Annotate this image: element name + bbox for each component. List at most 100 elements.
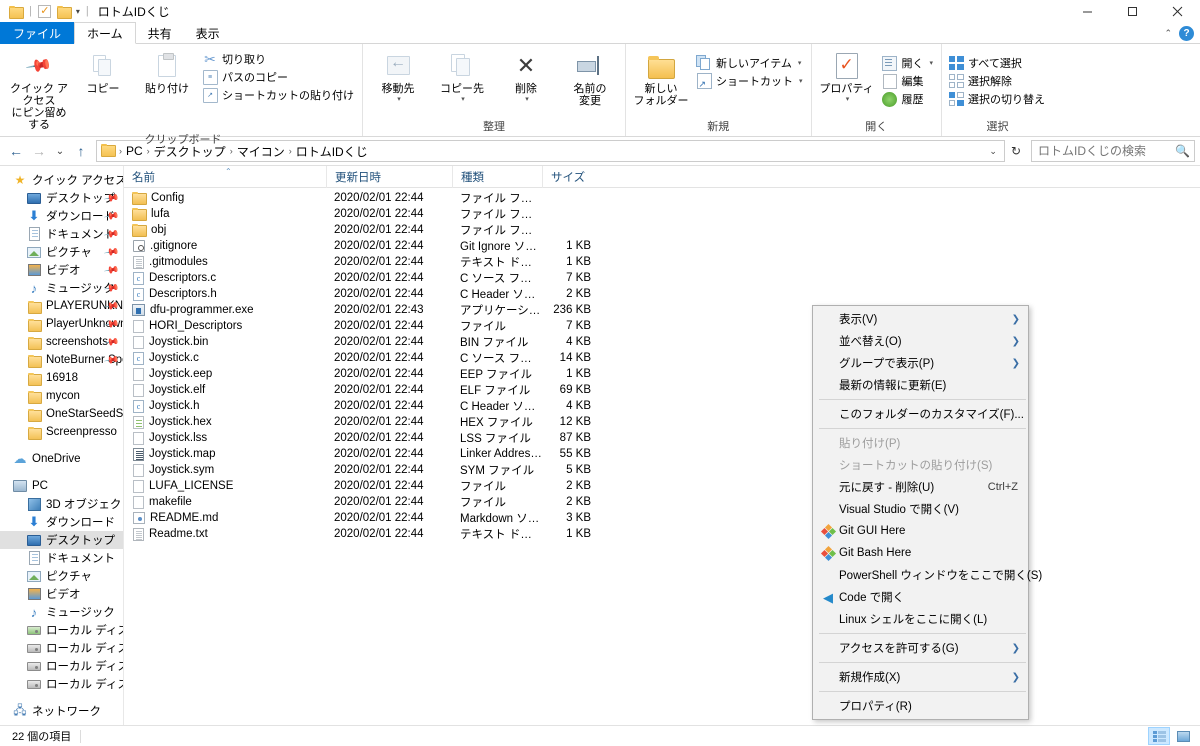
tree-item-ドキュメント[interactable]: ドキュメント 📌 bbox=[0, 225, 123, 243]
chevron-down-icon[interactable]: ▾ bbox=[799, 77, 803, 85]
file-row[interactable]: obj 2020/02/01 22:44 ファイル フォルダー bbox=[124, 222, 1200, 238]
file-row[interactable]: README.md 2020/02/01 22:44 Markdown ソース フ.… bbox=[124, 510, 1200, 526]
copy-button[interactable]: コピー bbox=[72, 48, 134, 97]
menu-item-git-bash-here[interactable]: Git Bash Here bbox=[813, 542, 1028, 564]
file-row[interactable]: Joystick.bin 2020/02/01 22:44 BIN ファイル 4 KB bbox=[124, 334, 1200, 350]
paste-shortcut-button[interactable]: ↗ ショートカットの貼り付け bbox=[200, 86, 358, 104]
menu-item-linux-シェルをここに開く-l-[interactable]: Linux シェルをここに開く(L) bbox=[813, 608, 1028, 630]
tree-item-ミュージック[interactable]: ♪ ミュージック bbox=[0, 603, 123, 621]
navigation-pane[interactable]: ★ クイック アクセス デスクトップ 📌 ⬇ ダウンロード 📌 ドキュメント 📌 ピクチャ 📌 ビデオ… bbox=[0, 166, 124, 730]
file-row[interactable]: Readme.txt 2020/02/01 22:44 テキスト ドキュメント 1 K… bbox=[124, 526, 1200, 542]
tab-share[interactable]: 共有 bbox=[136, 22, 184, 44]
details-view-button[interactable] bbox=[1148, 727, 1170, 745]
menu-item-code-で開く[interactable]: ◀ Code で開く bbox=[813, 586, 1028, 608]
rename-button[interactable]: 名前の 変更 bbox=[559, 48, 621, 109]
file-row[interactable]: lufa 2020/02/01 22:44 ファイル フォルダー bbox=[124, 206, 1200, 222]
tree-item-screenshots[interactable]: screenshots 📌 bbox=[0, 333, 123, 351]
file-row[interactable]: Config 2020/02/01 22:44 ファイル フォルダー bbox=[124, 190, 1200, 206]
maximize-button[interactable] bbox=[1110, 0, 1155, 22]
menu-item-新規作成-x-[interactable]: 新規作成(X) ❯ bbox=[813, 666, 1028, 688]
chevron-down-icon[interactable]: ▾ bbox=[930, 59, 934, 67]
cut-button[interactable]: ✂ 切り取り bbox=[200, 50, 358, 68]
tree-item-3d-オブジェクト[interactable]: 3D オブジェクト bbox=[0, 495, 123, 513]
tree-item-ミュージック[interactable]: ♪ ミュージック 📌 bbox=[0, 279, 123, 297]
edit-button[interactable]: 編集 bbox=[880, 72, 938, 90]
delete-button[interactable]: ✕ 削除 ▾ bbox=[495, 48, 557, 105]
tree-item-ダウンロード[interactable]: ⬇ ダウンロード 📌 bbox=[0, 207, 123, 225]
tab-home[interactable]: ホーム bbox=[74, 22, 136, 44]
chevron-down-icon[interactable]: ▾ bbox=[461, 95, 465, 103]
file-row[interactable]: Joystick.map 2020/02/01 22:44 Linker Addre… bbox=[124, 446, 1200, 462]
file-row[interactable]: Joystick.hex 2020/02/01 22:44 HEX ファイル 12 K… bbox=[124, 414, 1200, 430]
tree-item-ローカル-ディスク-f-[interactable]: ローカル ディスク (F:) bbox=[0, 675, 123, 693]
checkbox-icon[interactable]: ✓ bbox=[37, 3, 53, 19]
context-menu[interactable]: 表示(V) ❯ 並べ替え(O) ❯ グループで表示(P) ❯ 最新の情報に更新(E) このフォ… bbox=[812, 305, 1042, 720]
tree-item-ドキュメント[interactable]: ドキュメント bbox=[0, 549, 123, 567]
refresh-button[interactable]: ↻ bbox=[1006, 144, 1026, 158]
file-row[interactable]: dfu-programmer.exe 2020/02/01 22:43 アプリケーシ… bbox=[124, 302, 1200, 318]
tree-root-onedrive[interactable]: ☁ OneDrive bbox=[0, 450, 123, 468]
file-row[interactable]: Joystick.elf 2020/02/01 22:44 ELF ファイル 69 K… bbox=[124, 382, 1200, 398]
menu-item-git-gui-here[interactable]: Git GUI Here bbox=[813, 520, 1028, 542]
column-header-date[interactable]: 更新日時 bbox=[326, 165, 452, 188]
file-row[interactable]: HORI_Descriptors 2020/02/01 22:44 ファイル 7 KB bbox=[124, 318, 1200, 334]
tree-item-noteburner-spot[interactable]: NoteBurner Spot📌 bbox=[0, 351, 123, 369]
file-row[interactable]: .gitignore 2020/02/01 22:44 Git Ignore ソース… bbox=[124, 238, 1200, 254]
tree-root-ネットワーク[interactable]: 🖧 ネットワーク bbox=[0, 702, 123, 720]
tree-item-mycon[interactable]: mycon bbox=[0, 387, 123, 405]
chevron-up-icon[interactable]: ⌃ bbox=[1164, 28, 1172, 39]
file-row[interactable]: Joystick.c 2020/02/01 22:44 C ソース ファイル 14 K… bbox=[124, 350, 1200, 366]
chevron-down-icon[interactable]: ▾ bbox=[798, 59, 802, 67]
select-none-button[interactable]: 選択解除 bbox=[946, 72, 1049, 90]
column-header-size[interactable]: サイズ bbox=[542, 165, 598, 188]
column-header-type[interactable]: 種類 bbox=[452, 165, 542, 188]
menu-item-このフォルダーのカスタマイズ-f-[interactable]: このフォルダーのカスタマイズ(F)... bbox=[813, 403, 1028, 425]
file-row[interactable]: makefile 2020/02/01 22:44 ファイル 2 KB bbox=[124, 494, 1200, 510]
search-box[interactable]: 🔍 bbox=[1031, 140, 1195, 162]
menu-item-最新の情報に更新-e-[interactable]: 最新の情報に更新(E) bbox=[813, 374, 1028, 396]
file-row[interactable]: Joystick.eep 2020/02/01 22:44 EEP ファイル 1 KB bbox=[124, 366, 1200, 382]
file-row[interactable]: Joystick.lss 2020/02/01 22:44 LSS ファイル 87 K… bbox=[124, 430, 1200, 446]
minimize-button[interactable] bbox=[1065, 0, 1110, 22]
file-row[interactable]: LUFA_LICENSE 2020/02/01 22:44 ファイル 2 KB bbox=[124, 478, 1200, 494]
copy-to-button[interactable]: コピー先 ▾ bbox=[431, 48, 493, 105]
chevron-down-icon[interactable]: ▾ bbox=[525, 95, 529, 103]
new-item-button[interactable]: 新しいアイテム ▾ bbox=[694, 54, 807, 72]
tree-item-ローカル-ディスク-c-[interactable]: ローカル ディスク (C:) bbox=[0, 621, 123, 639]
help-icon[interactable]: ? bbox=[1179, 25, 1194, 41]
menu-item-元に戻す-削除-u-[interactable]: 元に戻す - 削除(U) Ctrl+Z bbox=[813, 476, 1028, 498]
thumbnail-view-button[interactable] bbox=[1172, 727, 1194, 745]
tab-file[interactable]: ファイル bbox=[0, 22, 75, 44]
tab-view[interactable]: 表示 bbox=[184, 22, 232, 44]
column-header-name[interactable]: ⌃ 名前 bbox=[124, 166, 326, 188]
tree-item-playerunknown-[interactable]: PlayerUnknown' 📌 bbox=[0, 315, 123, 333]
tree-item-ピクチャ[interactable]: ピクチャ 📌 bbox=[0, 243, 123, 261]
tree-item-ローカル-ディスク-d-[interactable]: ローカル ディスク (D:) bbox=[0, 639, 123, 657]
file-row[interactable]: .gitmodules 2020/02/01 22:44 テキスト ドキュメント 1 … bbox=[124, 254, 1200, 270]
search-input[interactable] bbox=[1036, 143, 1176, 159]
pin-to-quick-access-button[interactable]: 📌 クイック アクセス にピン留めする bbox=[8, 48, 70, 133]
new-folder-button[interactable]: 新しい フォルダー bbox=[630, 48, 692, 109]
menu-item-powershell-ウィンドウをここで開く-s-[interactable]: PowerShell ウィンドウをここで開く(S) bbox=[813, 564, 1042, 586]
history-button[interactable]: 履歴 bbox=[880, 90, 938, 108]
tree-item-ローカル-ディスク-e-[interactable]: ローカル ディスク (E:) bbox=[0, 657, 123, 675]
file-row[interactable]: Descriptors.h 2020/02/01 22:44 C Header ソー… bbox=[124, 286, 1200, 302]
new-shortcut-button[interactable]: ショートカット ▾ bbox=[694, 72, 807, 90]
properties-button[interactable]: プロパティ ▾ bbox=[816, 48, 878, 105]
folder-icon[interactable] bbox=[8, 3, 24, 19]
invert-selection-button[interactable]: 選択の切り替え bbox=[946, 90, 1049, 108]
open-button[interactable]: 開く ▾ bbox=[880, 54, 938, 72]
tree-item-デスクトップ[interactable]: デスクトップ 📌 bbox=[0, 189, 123, 207]
tree-root-pc[interactable]: PC bbox=[0, 477, 123, 495]
tree-root-クイック-アクセス[interactable]: ★ クイック アクセス bbox=[0, 171, 123, 189]
paste-button[interactable]: 貼り付け bbox=[136, 48, 198, 97]
tree-item-playerunknov[interactable]: PLAYERUNKNOV📌 bbox=[0, 297, 123, 315]
tree-item-ダウンロード[interactable]: ⬇ ダウンロード bbox=[0, 513, 123, 531]
search-icon[interactable]: 🔍 bbox=[1175, 144, 1190, 158]
menu-item-並べ替え-o-[interactable]: 並べ替え(O) ❯ bbox=[813, 330, 1028, 352]
menu-item-グループで表示-p-[interactable]: グループで表示(P) ❯ bbox=[813, 352, 1028, 374]
chevron-down-icon[interactable]: ⌄ bbox=[984, 146, 1002, 157]
tree-item-デスクトップ[interactable]: デスクトップ bbox=[0, 531, 123, 549]
menu-item-visual-studio-で開く-v-[interactable]: Visual Studio で開く(V) bbox=[813, 498, 1028, 520]
chevron-down-icon[interactable]: ▾ bbox=[846, 95, 850, 103]
